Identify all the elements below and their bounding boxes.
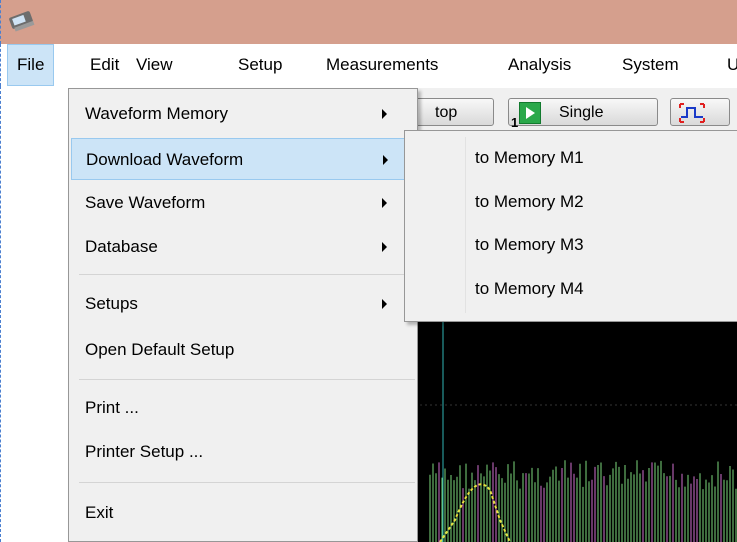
menu-separator: [79, 482, 415, 483]
submenu-arrow-icon: [382, 109, 387, 119]
title-bar: [0, 0, 737, 44]
menu-item-label: Print ...: [85, 398, 139, 417]
download-waveform-submenu: to Memory M1 to Memory M2 to Memory M3 t…: [404, 130, 737, 322]
autoscale-button[interactable]: [670, 98, 730, 126]
menu-item-label: Setups: [85, 294, 138, 313]
menu-utilities-partial[interactable]: U: [718, 44, 737, 86]
menu-item-print[interactable]: Print ...: [71, 387, 413, 429]
menu-item-download-waveform[interactable]: Download Waveform: [71, 138, 413, 180]
menu-measurements[interactable]: Measurements: [317, 44, 447, 86]
submenu-item-memory-m1[interactable]: to Memory M1: [475, 137, 584, 179]
single-button-label: Single: [559, 104, 604, 121]
submenu-gutter: [465, 137, 466, 313]
submenu-arrow-icon: [382, 299, 387, 309]
submenu-arrow-icon: [382, 198, 387, 208]
menu-setup[interactable]: Setup: [229, 44, 291, 86]
menu-item-label: Printer Setup ...: [85, 442, 204, 461]
menu-separator: [79, 274, 415, 275]
menu-separator: [79, 379, 415, 380]
menu-item-setups[interactable]: Setups: [71, 283, 413, 325]
menu-item-label: Exit: [85, 503, 114, 522]
submenu-item-memory-m3[interactable]: to Memory M3: [475, 224, 584, 266]
menu-item-printer-setup[interactable]: Printer Setup ...: [71, 431, 413, 473]
menu-item-save-waveform[interactable]: Save Waveform: [71, 182, 413, 224]
menu-item-label: Open Default Setup: [85, 340, 235, 359]
menu-item-label: Download Waveform: [86, 150, 244, 169]
single-button[interactable]: 1 Single: [508, 98, 658, 130]
submenu-arrow-icon: [382, 242, 387, 252]
submenu-item-memory-m2[interactable]: to Memory M2: [475, 181, 584, 223]
menu-file[interactable]: File: [7, 44, 55, 86]
menu-item-open-default-setup[interactable]: Open Default Setup: [71, 329, 413, 371]
waveform-canvas: [400, 320, 737, 542]
menu-system[interactable]: System: [613, 44, 688, 86]
submenu-arrow-icon: [383, 155, 388, 165]
waveform-display[interactable]: [400, 320, 737, 542]
menu-item-label: Database: [85, 237, 158, 256]
menu-view[interactable]: View: [127, 44, 182, 86]
toolbar: top 1 Single: [400, 88, 737, 132]
submenu-item-memory-m4[interactable]: to Memory M4: [475, 268, 584, 310]
menu-edit[interactable]: Edit: [81, 44, 128, 86]
menu-analysis[interactable]: Analysis: [499, 44, 580, 86]
menu-item-label: Save Waveform: [85, 193, 206, 212]
file-menu-dropdown: Waveform Memory Download Waveform Save W…: [68, 88, 418, 542]
menu-item-waveform-memory[interactable]: Waveform Memory: [71, 93, 413, 135]
square-wave-icon: [679, 103, 705, 133]
stop-button-label: top: [435, 104, 458, 121]
menu-item-exit[interactable]: Exit: [71, 492, 413, 534]
oscilloscope-app-icon[interactable]: [7, 6, 37, 34]
menu-item-database[interactable]: Database: [71, 226, 413, 268]
menu-item-label: Waveform Memory: [85, 104, 228, 123]
trace-group: [429, 460, 737, 542]
play-icon: [519, 102, 541, 124]
window-edge: [0, 86, 7, 542]
menu-bar: File Edit View Setup Measurements Analys…: [0, 44, 737, 86]
